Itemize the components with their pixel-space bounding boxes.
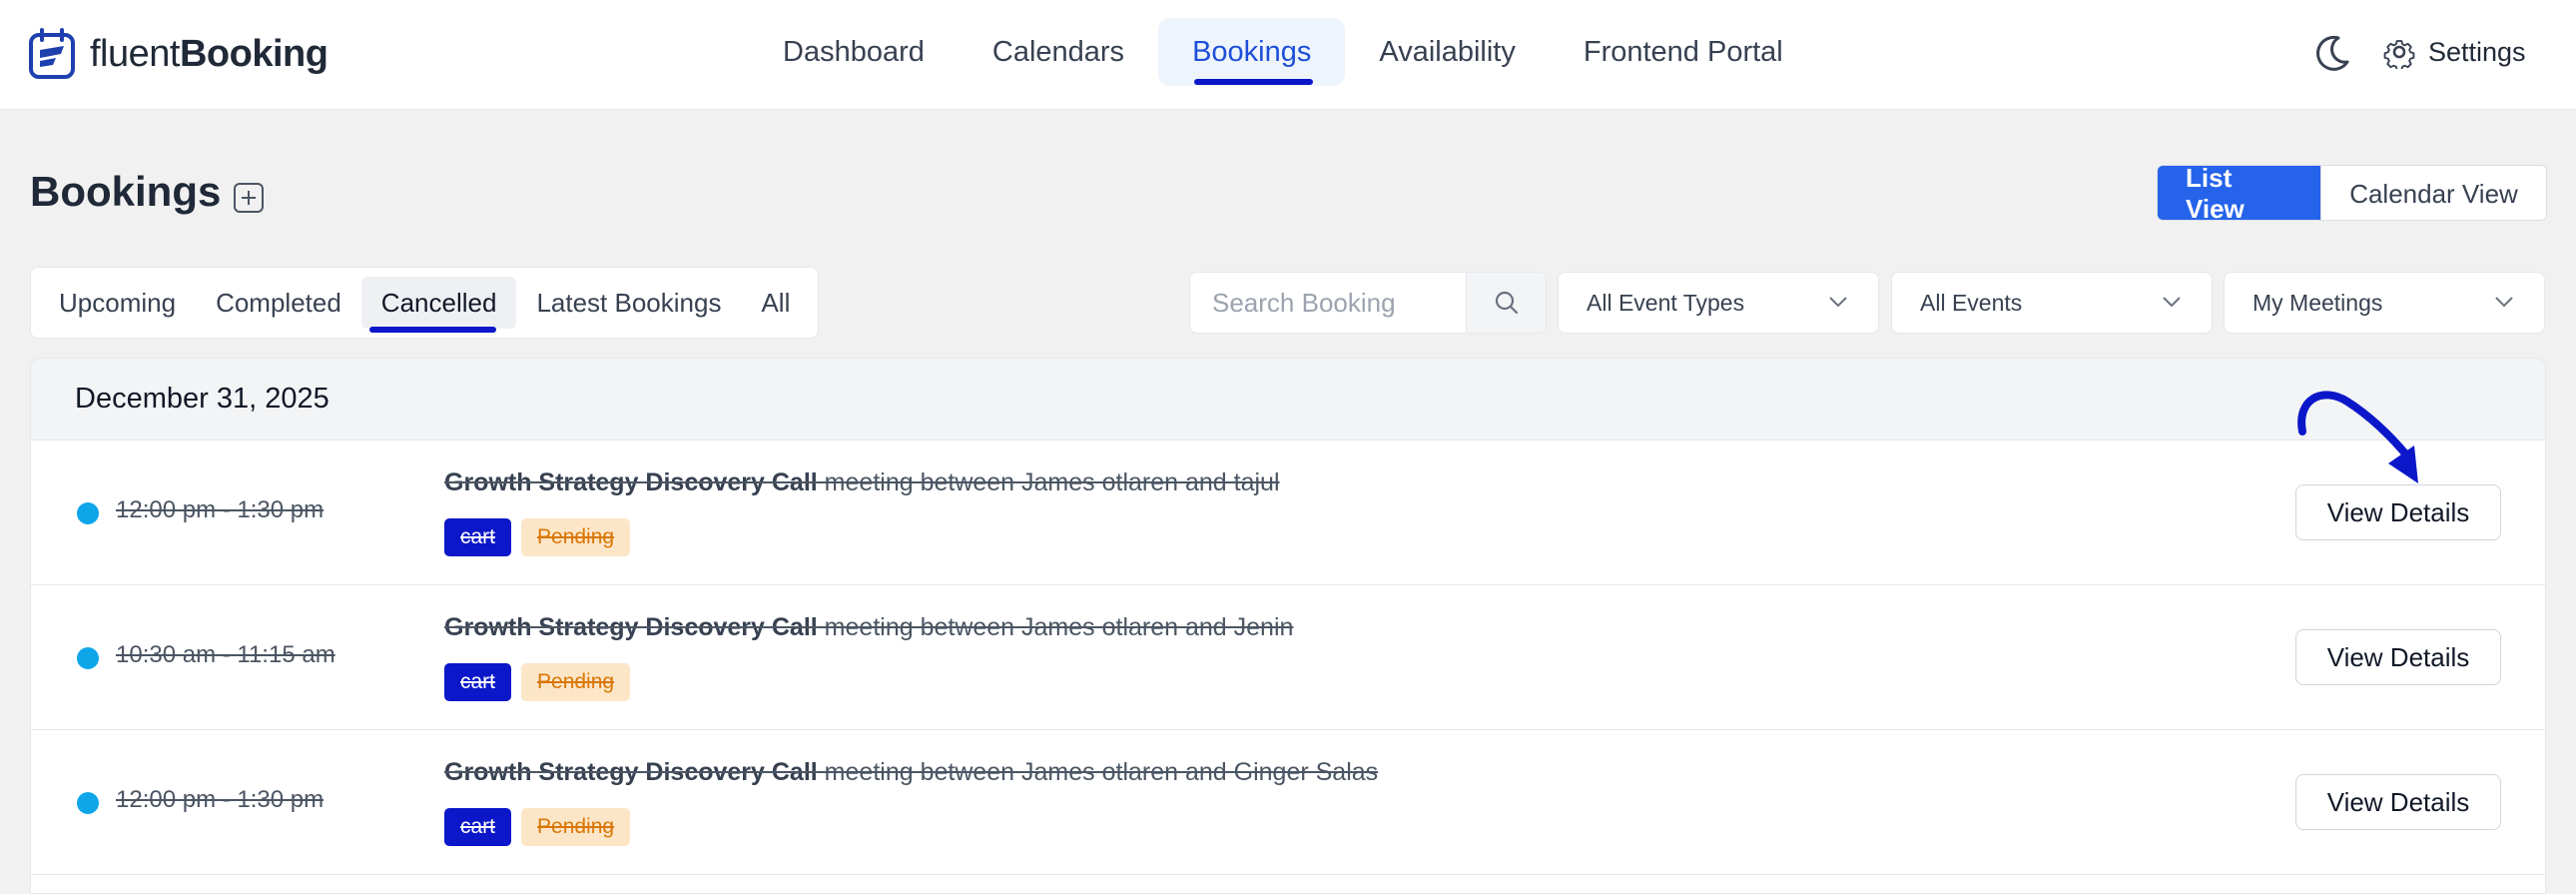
chevron-down-icon — [2495, 297, 2513, 308]
nav-availability[interactable]: Availability — [1345, 18, 1549, 86]
date-group-header: December 31, 2025 — [31, 359, 2545, 441]
nav-calendars[interactable]: Calendars — [959, 18, 1158, 86]
settings-label: Settings — [2428, 36, 2526, 67]
meetings-select[interactable]: My Meetings — [2224, 272, 2545, 334]
meetings-value: My Meetings — [2253, 289, 2383, 316]
calendar-view-button[interactable]: Calendar View — [2320, 166, 2546, 220]
settings-button[interactable]: Settings — [2382, 30, 2526, 74]
chevron-down-icon — [2163, 297, 2181, 308]
event-type-select[interactable]: All Event Types — [1558, 272, 1879, 334]
view-details-button[interactable]: View Details — [2295, 774, 2501, 830]
booking-title[interactable]: Growth Strategy Discovery Call meeting b… — [444, 468, 1280, 497]
top-navbar: fluentBooking Dashboard Calendars Bookin… — [0, 0, 2576, 110]
list-view-button[interactable]: List View — [2158, 166, 2320, 220]
booking-time: 12:00 pm - 1:30 pm — [116, 496, 324, 523]
search-button[interactable] — [1466, 273, 1546, 333]
events-select[interactable]: All Events — [1891, 272, 2213, 334]
event-type-value: All Event Types — [1587, 289, 1745, 316]
payment-badge: cart — [444, 808, 512, 846]
annotation-arrow-icon — [2297, 391, 2418, 483]
app-logo[interactable]: fluentBooking — [28, 24, 328, 84]
booking-status-tabs: Upcoming Completed Cancelled Latest Book… — [30, 267, 819, 339]
search-input[interactable] — [1190, 273, 1466, 333]
main-nav: Dashboard Calendars Bookings Availabilit… — [749, 18, 1817, 86]
booking-badges: cart Pending — [444, 808, 640, 846]
logo-text: fluentBooking — [90, 32, 328, 75]
booking-row: 12:00 pm - 1:30 pm Growth Strategy Disco… — [31, 730, 2545, 875]
meeting-description: meeting between James otlaren and tajul — [817, 468, 1280, 496]
status-badge: Pending — [521, 663, 631, 701]
moon-icon[interactable] — [2314, 34, 2350, 74]
booking-row: 10:30 am - 11:15 am Growth Strategy Disc… — [31, 585, 2545, 730]
meeting-description: meeting between James otlaren and Ginger… — [817, 758, 1379, 786]
event-name: Growth Strategy Discovery Call — [444, 613, 818, 641]
meeting-description: meeting between James otlaren and Jenin — [817, 613, 1294, 641]
booking-title[interactable]: Growth Strategy Discovery Call meeting b… — [444, 758, 1378, 787]
status-badge: Pending — [521, 808, 631, 846]
tab-cancelled[interactable]: Cancelled — [360, 277, 517, 333]
status-dot — [77, 792, 99, 814]
search-box — [1189, 272, 1547, 334]
search-icon — [1495, 291, 1518, 315]
nav-dashboard[interactable]: Dashboard — [749, 18, 959, 86]
booking-time: 10:30 am - 11:15 am — [116, 641, 335, 668]
payment-badge: cart — [444, 518, 512, 556]
booking-badges: cart Pending — [444, 663, 640, 701]
bookings-list: December 31, 2025 12:00 pm - 1:30 pm Gro… — [30, 358, 2546, 894]
chevron-down-icon — [1829, 297, 1847, 308]
tab-latest-bookings[interactable]: Latest Bookings — [516, 277, 741, 329]
events-value: All Events — [1920, 289, 2023, 316]
event-name: Growth Strategy Discovery Call — [444, 468, 818, 496]
gear-icon — [2383, 40, 2415, 69]
payment-badge: cart — [444, 663, 512, 701]
status-dot — [77, 502, 99, 524]
nav-bookings[interactable]: Bookings — [1158, 18, 1346, 86]
status-dot — [77, 647, 99, 669]
status-badge: Pending — [521, 518, 631, 556]
calendar-logo-icon — [29, 28, 75, 79]
tab-upcoming[interactable]: Upcoming — [39, 277, 196, 329]
booking-row: 12:00 pm - 1:30 pm Growth Strategy Disco… — [31, 441, 2545, 585]
view-details-button[interactable]: View Details — [2295, 629, 2501, 685]
add-booking-icon[interactable] — [234, 183, 264, 213]
page-title: Bookings — [30, 168, 222, 215]
tab-completed[interactable]: Completed — [196, 277, 361, 329]
booking-title[interactable]: Growth Strategy Discovery Call meeting b… — [444, 613, 1293, 642]
event-name: Growth Strategy Discovery Call — [444, 758, 818, 786]
tab-all[interactable]: All — [741, 277, 810, 329]
booking-time: 12:00 pm - 1:30 pm — [116, 786, 324, 813]
view-toggle: List View Calendar View — [2157, 165, 2547, 221]
nav-frontend-portal[interactable]: Frontend Portal — [1550, 18, 1817, 86]
booking-badges: cart Pending — [444, 518, 640, 556]
